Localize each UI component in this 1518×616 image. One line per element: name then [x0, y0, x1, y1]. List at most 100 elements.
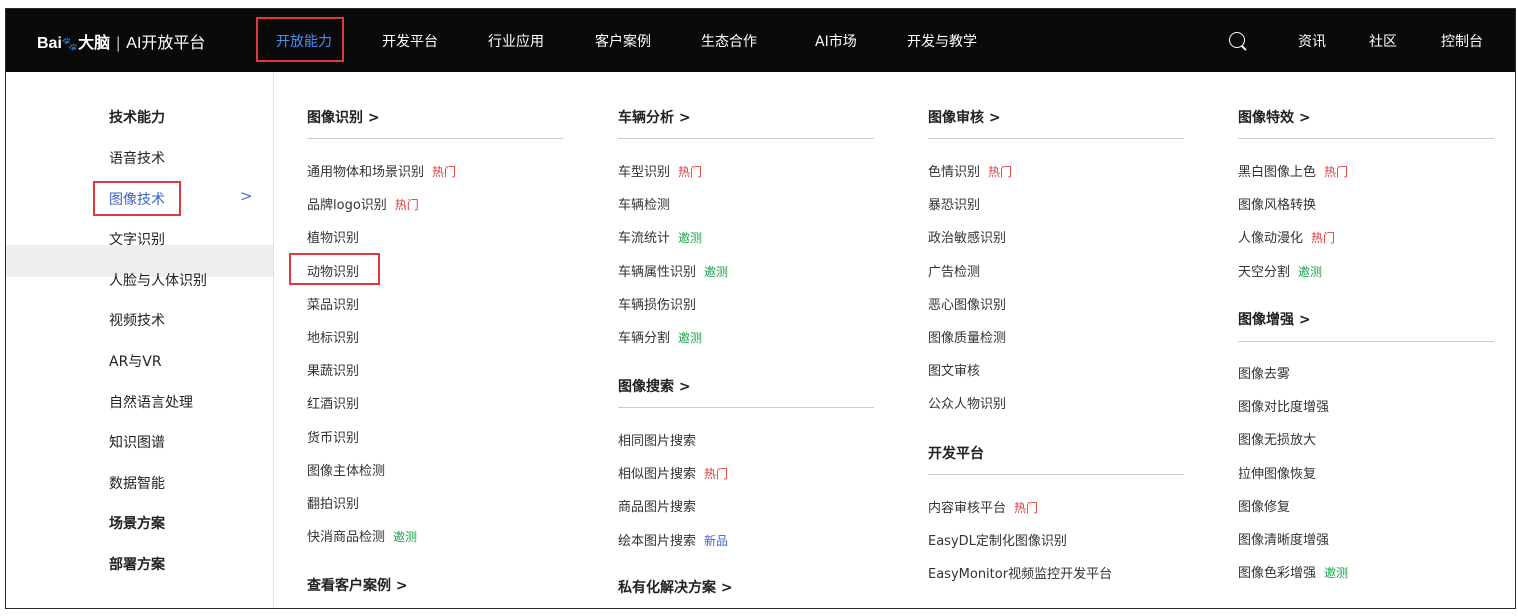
menu-item[interactable]: 图像风格转换 [1238, 194, 1316, 213]
nav-industry-apps[interactable]: 行业应用 [488, 31, 544, 51]
nav-news[interactable]: 资讯 [1298, 31, 1326, 51]
status-badge: 邀测 [678, 331, 703, 345]
divider [307, 138, 563, 139]
nav-console[interactable]: 控制台 [1441, 31, 1483, 51]
menu-item[interactable]: 地标识别 [307, 327, 359, 346]
menu-item-label: 图像风格转换 [1238, 198, 1317, 214]
menu-item[interactable]: 公众人物识别 [928, 393, 1006, 412]
menu-item-label: 植物识别 [307, 231, 360, 247]
menu-item-label: 图像对比度增强 [1238, 400, 1330, 416]
menu-item[interactable]: 图像去雾 [1238, 363, 1290, 382]
menu-item[interactable]: 广告检测 [928, 261, 980, 280]
menu-item[interactable]: 拉伸图像恢复 [1238, 463, 1316, 482]
sidebar-item-scenarios[interactable]: 场景方案 [109, 513, 165, 533]
page-frame: Bai🐾大脑 | AI开放平台 开放能力 开发平台 行业应用 客户案例 生态合作 A… [5, 8, 1516, 609]
menu-item[interactable]: 车辆损伤识别 [618, 294, 696, 313]
menu-item[interactable]: 菜品识别 [307, 294, 359, 313]
menu-item-label: 内容审核平台 [928, 501, 1007, 516]
nav-dev-platform[interactable]: 开发平台 [382, 31, 438, 51]
private-solutions-link[interactable]: 私有化解决方案 > [618, 577, 733, 597]
menu-item[interactable]: 翻拍识别 [307, 493, 359, 512]
menu-item-label: 地标识别 [307, 331, 360, 346]
menu-item[interactable]: 图像修复 [1238, 496, 1290, 515]
menu-item[interactable]: 图像质量检测 [928, 327, 1006, 346]
sidebar-item-data-intel[interactable]: 数据智能 [109, 473, 165, 493]
status-badge: 热门 [678, 165, 703, 179]
menu-item[interactable]: 相同图片搜索 [618, 430, 696, 449]
menu-item-label: 菜品识别 [307, 297, 360, 313]
menu-item[interactable]: 植物识别 [307, 227, 359, 246]
divider [928, 474, 1184, 475]
status-badge: 热门 [1324, 165, 1349, 179]
menu-item-label: 图像修复 [1238, 499, 1291, 515]
menu-item-label: 车流统计 [618, 231, 671, 247]
menu-item[interactable]: 恶心图像识别 [928, 294, 1006, 313]
sidebar-item-video[interactable]: 视频技术 [109, 310, 165, 330]
menu-item[interactable]: 商品图片搜索 [618, 496, 696, 515]
menu-item-label: 图文审核 [928, 364, 981, 380]
menu-item[interactable]: 车型识别 热门 [618, 161, 702, 180]
menu-item[interactable]: 果蔬识别 [307, 360, 359, 379]
menu-item[interactable]: 黑白图像上色 热门 [1238, 161, 1348, 180]
menu-item[interactable]: 色情识别 热门 [928, 161, 1012, 180]
menu-item[interactable]: 内容审核平台 热门 [928, 497, 1038, 516]
highlight-box [289, 253, 380, 285]
nav-ai-market[interactable]: AI市场 [815, 31, 857, 51]
view-customer-cases-link[interactable]: 查看客户案例 > [307, 575, 408, 595]
menu-item[interactable]: 品牌logo识别 热门 [307, 194, 419, 213]
menu-item[interactable]: 天空分割 邀测 [1238, 261, 1322, 280]
nav-customer-cases[interactable]: 客户案例 [595, 31, 651, 51]
menu-item[interactable]: 相似图片搜索 热门 [618, 463, 728, 482]
menu-item[interactable]: 红酒识别 [307, 393, 359, 412]
menu-item[interactable]: 绘本图片搜索 新品 [618, 530, 728, 549]
menu-item[interactable]: EasyMonitor视频监控开发平台 [928, 563, 1112, 582]
menu-item[interactable]: 图像清晰度增强 [1238, 529, 1329, 548]
status-badge: 邀测 [704, 264, 729, 279]
menu-item[interactable]: 货币识别 [307, 427, 359, 446]
menu-item[interactable]: 车流统计 邀测 [618, 227, 702, 246]
menu-item[interactable]: 车辆检测 [618, 194, 670, 213]
menu-item-label: 暴恐识别 [928, 198, 981, 214]
column-title-vehicle-analysis[interactable]: 车辆分析 > [618, 107, 691, 127]
menu-item[interactable]: 图像主体检测 [307, 460, 385, 479]
top-nav-bar: Bai🐾大脑 | AI开放平台 开放能力 开发平台 行业应用 客户案例 生态合作 A… [6, 9, 1515, 72]
column-title-image-effects[interactable]: 图像特效 > [1238, 107, 1311, 127]
brand-logo[interactable]: Bai🐾大脑 | AI开放平台 [37, 29, 205, 53]
menu-item-label: 车辆检测 [618, 198, 671, 214]
menu-item-label: 人像动漫化 [1238, 231, 1304, 247]
sidebar-item-face[interactable]: 人脸与人体识别 [109, 270, 207, 290]
column-title-image-recognition[interactable]: 图像识别 > [307, 107, 380, 127]
sidebar-item-nlp[interactable]: 自然语言处理 [109, 392, 193, 412]
menu-item[interactable]: 人像动漫化 热门 [1238, 227, 1335, 246]
menu-item[interactable]: 政治敏感识别 [928, 227, 1006, 246]
sidebar-item-arvr[interactable]: AR与VR [109, 351, 162, 371]
menu-item[interactable]: 车辆属性识别 邀测 [618, 261, 728, 280]
menu-item[interactable]: 快消商品检测 邀测 [307, 526, 417, 545]
logo-text: Bai [37, 35, 62, 52]
menu-item[interactable]: EasyDL定制化图像识别 [928, 530, 1067, 549]
menu-item[interactable]: 图像色彩增强 邀测 [1238, 562, 1348, 581]
column-title-image-moderation[interactable]: 图像审核 > [928, 107, 1001, 127]
search-icon[interactable] [1229, 32, 1245, 48]
menu-item[interactable]: 图像对比度增强 [1238, 396, 1329, 415]
status-badge: 热门 [432, 165, 457, 179]
menu-item[interactable]: 图文审核 [928, 360, 980, 379]
sidebar-item-speech[interactable]: 语音技术 [109, 148, 165, 168]
nav-community[interactable]: 社区 [1369, 31, 1397, 51]
menu-item[interactable]: 车辆分割 邀测 [618, 327, 702, 346]
sidebar-item-knowledge-graph[interactable]: 知识图谱 [109, 432, 165, 452]
menu-item-label: 图像色彩增强 [1238, 566, 1317, 582]
menu-item[interactable]: 图像无损放大 [1238, 429, 1316, 448]
nav-dev-teaching[interactable]: 开发与教学 [907, 31, 977, 51]
menu-item-label: 车辆属性识别 [618, 264, 697, 280]
menu-item-label: 品牌logo识别 [307, 198, 387, 214]
sidebar-item-deployment[interactable]: 部署方案 [109, 554, 165, 574]
sidebar-item-ocr[interactable]: 文字识别 [109, 229, 165, 249]
menu-item[interactable]: 通用物体和场景识别 热门 [307, 161, 456, 180]
menu-item-label: 车型识别 [618, 165, 671, 180]
nav-ecosystem[interactable]: 生态合作 [701, 31, 757, 51]
column-title-image-enhancement[interactable]: 图像增强 > [1238, 309, 1311, 329]
menu-item-label: 图像质量检测 [928, 331, 1007, 346]
column-title-image-search[interactable]: 图像搜索 > [618, 376, 691, 396]
menu-item[interactable]: 暴恐识别 [928, 194, 980, 213]
